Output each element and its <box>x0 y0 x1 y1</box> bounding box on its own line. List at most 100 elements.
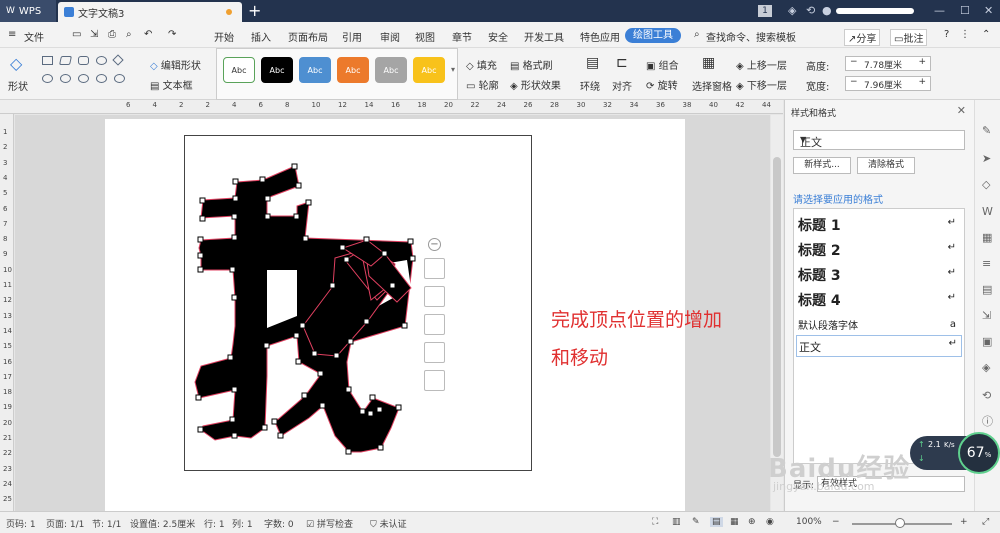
outline-button[interactable]: ▭ 轮廓 <box>466 77 499 92</box>
style-pen-icon[interactable]: ✎ <box>982 125 994 137</box>
wps-icon[interactable]: W <box>982 206 994 218</box>
image-icon[interactable]: ▣ <box>982 336 994 348</box>
drawing-canvas[interactable] <box>184 135 532 471</box>
vertical-ruler[interactable]: 1 2 3 4 5 6 7 8 9 10 11 12 13 14 15 16 17 18 19 20 21 22 23 24 2… <box>0 114 14 511</box>
auth-status[interactable]: ⛉ 未认证 <box>370 517 407 530</box>
shape-icon[interactable]: ◇ <box>10 54 22 73</box>
shape-style-swatch[interactable]: Abc <box>337 57 369 83</box>
style-default-font[interactable]: 默认段落字体 a <box>798 317 960 332</box>
new-tab-button[interactable]: + <box>248 1 261 20</box>
clear-format-button[interactable]: 清除格式 <box>857 157 915 174</box>
share-side-icon[interactable]: ◈ <box>982 362 994 374</box>
parallelogram-shape-icon[interactable] <box>59 56 72 65</box>
scrollbar-thumb[interactable] <box>773 157 781 457</box>
menu-item-view[interactable]: 视图 <box>415 29 435 44</box>
command-search[interactable]: 查找命令、搜索模板 <box>706 29 796 44</box>
search-icon[interactable]: ⌕ <box>694 29 700 40</box>
shape-gallery[interactable] <box>40 54 140 90</box>
preview-icon[interactable]: ⌕ <box>126 29 132 40</box>
shape-effect-button[interactable]: ◈ 形状效果 <box>510 77 561 92</box>
sync-side-icon[interactable]: ⟲ <box>982 390 994 402</box>
shape-style-swatch[interactable]: Abc <box>413 57 445 83</box>
bring-forward-button[interactable]: ◈ 上移一层 <box>736 57 787 72</box>
panel-close-icon[interactable]: ✕ <box>957 104 966 117</box>
style-heading-1[interactable]: 标题 1 ↵ <box>798 215 960 235</box>
ellipse-shape-icon[interactable] <box>78 74 89 83</box>
pen-mode-icon[interactable]: ✎ <box>692 517 700 527</box>
style-gallery-more-icon[interactable]: ▾ <box>451 65 455 74</box>
format-painter-button[interactable]: ▤ 格式刷 <box>510 57 553 72</box>
layout-options-icon[interactable] <box>424 258 445 279</box>
text-circle-shape-icon[interactable] <box>60 74 71 83</box>
crop-icon[interactable] <box>424 342 445 363</box>
export-side-icon[interactable]: ⇲ <box>982 310 994 322</box>
collapse-toolbar-icon[interactable]: − <box>428 238 441 251</box>
page-view-icon[interactable]: ▤ <box>710 517 723 527</box>
maximize-icon[interactable]: ☐ <box>960 4 970 17</box>
sync-icon[interactable]: ⟲ <box>806 4 815 17</box>
wps-home-tab[interactable]: W WPS <box>0 0 56 22</box>
text-box-button[interactable]: ▤ 文本框 <box>150 77 193 92</box>
more-shapes-icon[interactable] <box>424 370 445 391</box>
template-icon[interactable]: ▤ <box>982 284 994 296</box>
reading-mode-icon[interactable]: ▥ <box>672 517 681 527</box>
current-style-select[interactable]: 正文 ▼ <box>793 130 965 150</box>
menu-item-dev-tools[interactable]: 开发工具 <box>524 29 564 44</box>
horizontal-ruler[interactable]: 6 4 2 2 4 6 8 10 12 14 16 18 20 22 24 26 28 30 32 34 36 38 40 4… <box>0 100 783 114</box>
style-heading-3[interactable]: 标题 3 ↵ <box>798 265 960 285</box>
network-speed-widget[interactable]: ↑ 2.1 K/s ↓ 67% <box>910 432 1000 474</box>
height-field[interactable]: − 7.78厘米 + <box>845 56 931 71</box>
rectangle-shape-icon[interactable] <box>42 56 53 65</box>
width-field[interactable]: − 7.96厘米 + <box>845 76 931 91</box>
outline-view-icon[interactable]: ▦ <box>730 517 739 527</box>
close-icon[interactable]: ✕ <box>984 4 993 17</box>
width-increase-button[interactable]: + <box>918 77 926 87</box>
align-button[interactable]: 对齐 <box>612 78 632 93</box>
save-icon[interactable]: ▭ <box>72 29 81 40</box>
rounded-rect-shape-icon[interactable] <box>78 56 89 65</box>
shape-style-swatch[interactable]: Abc <box>299 57 331 83</box>
adjust-icon[interactable]: ≡ <box>982 258 994 270</box>
edit-shape-button[interactable]: ◇ 编辑形状 <box>150 57 201 72</box>
share-button[interactable]: ↗分享 <box>844 29 881 46</box>
collapse-icon[interactable]: ⌃ <box>982 29 990 40</box>
group-button[interactable]: ▣ 组合 <box>646 57 679 72</box>
menu-item-review[interactable]: 审阅 <box>380 29 400 44</box>
shapes-icon[interactable]: ◇ <box>982 179 994 191</box>
document-tab[interactable]: 文字文稿3 <box>58 2 242 22</box>
menu-item-reference[interactable]: 引用 <box>342 29 362 44</box>
height-increase-button[interactable]: + <box>918 57 926 67</box>
menu-item-layout[interactable]: 页面布局 <box>288 29 328 44</box>
menu-item-chapter[interactable]: 章节 <box>452 29 472 44</box>
wrap-icon[interactable]: ▤ <box>586 55 599 71</box>
user-icon[interactable]: ● <box>822 4 832 17</box>
table-icon[interactable]: ▦ <box>982 232 994 244</box>
shape-button[interactable]: 形状 <box>8 78 28 93</box>
menu-item-security[interactable]: 安全 <box>488 29 508 44</box>
height-decrease-button[interactable]: − <box>850 57 858 67</box>
hexagon-shape-icon[interactable] <box>42 74 53 83</box>
pen-icon[interactable] <box>424 286 445 307</box>
round-shape-icon[interactable] <box>114 74 125 83</box>
style-heading-2[interactable]: 标题 2 ↵ <box>798 240 960 260</box>
print-icon[interactable]: ⎙ <box>108 29 116 40</box>
character-wo-shape[interactable] <box>185 136 533 472</box>
redo-icon[interactable]: ↷ <box>168 29 176 40</box>
menu-file[interactable]: 文件 <box>24 29 44 44</box>
cursor-icon[interactable]: ➤ <box>982 153 994 165</box>
comment-button[interactable]: ▭批注 <box>890 29 928 46</box>
align-icon[interactable]: ⊏ <box>616 55 628 71</box>
minimize-icon[interactable]: — <box>934 4 945 17</box>
help-icon[interactable]: ? <box>944 29 949 40</box>
selection-pane-button[interactable]: 选择窗格 <box>692 78 732 93</box>
oval-shape-icon[interactable] <box>96 74 107 83</box>
zoom-out-icon[interactable]: − <box>832 517 840 527</box>
undo-icon[interactable]: ↶ <box>144 29 152 40</box>
style-body[interactable]: 正文 ↵ <box>796 335 962 357</box>
circle-shape-icon[interactable] <box>96 56 107 65</box>
wrap-button[interactable]: 环绕 <box>580 78 600 93</box>
spell-check-button[interactable]: ☑ 拼写检查 <box>306 517 353 530</box>
menu-item-drawing-tools[interactable]: 绘图工具 <box>625 28 681 43</box>
fullscreen-icon[interactable]: ⛶ <box>652 517 658 527</box>
web-view-icon[interactable]: ⊕ <box>748 517 756 527</box>
